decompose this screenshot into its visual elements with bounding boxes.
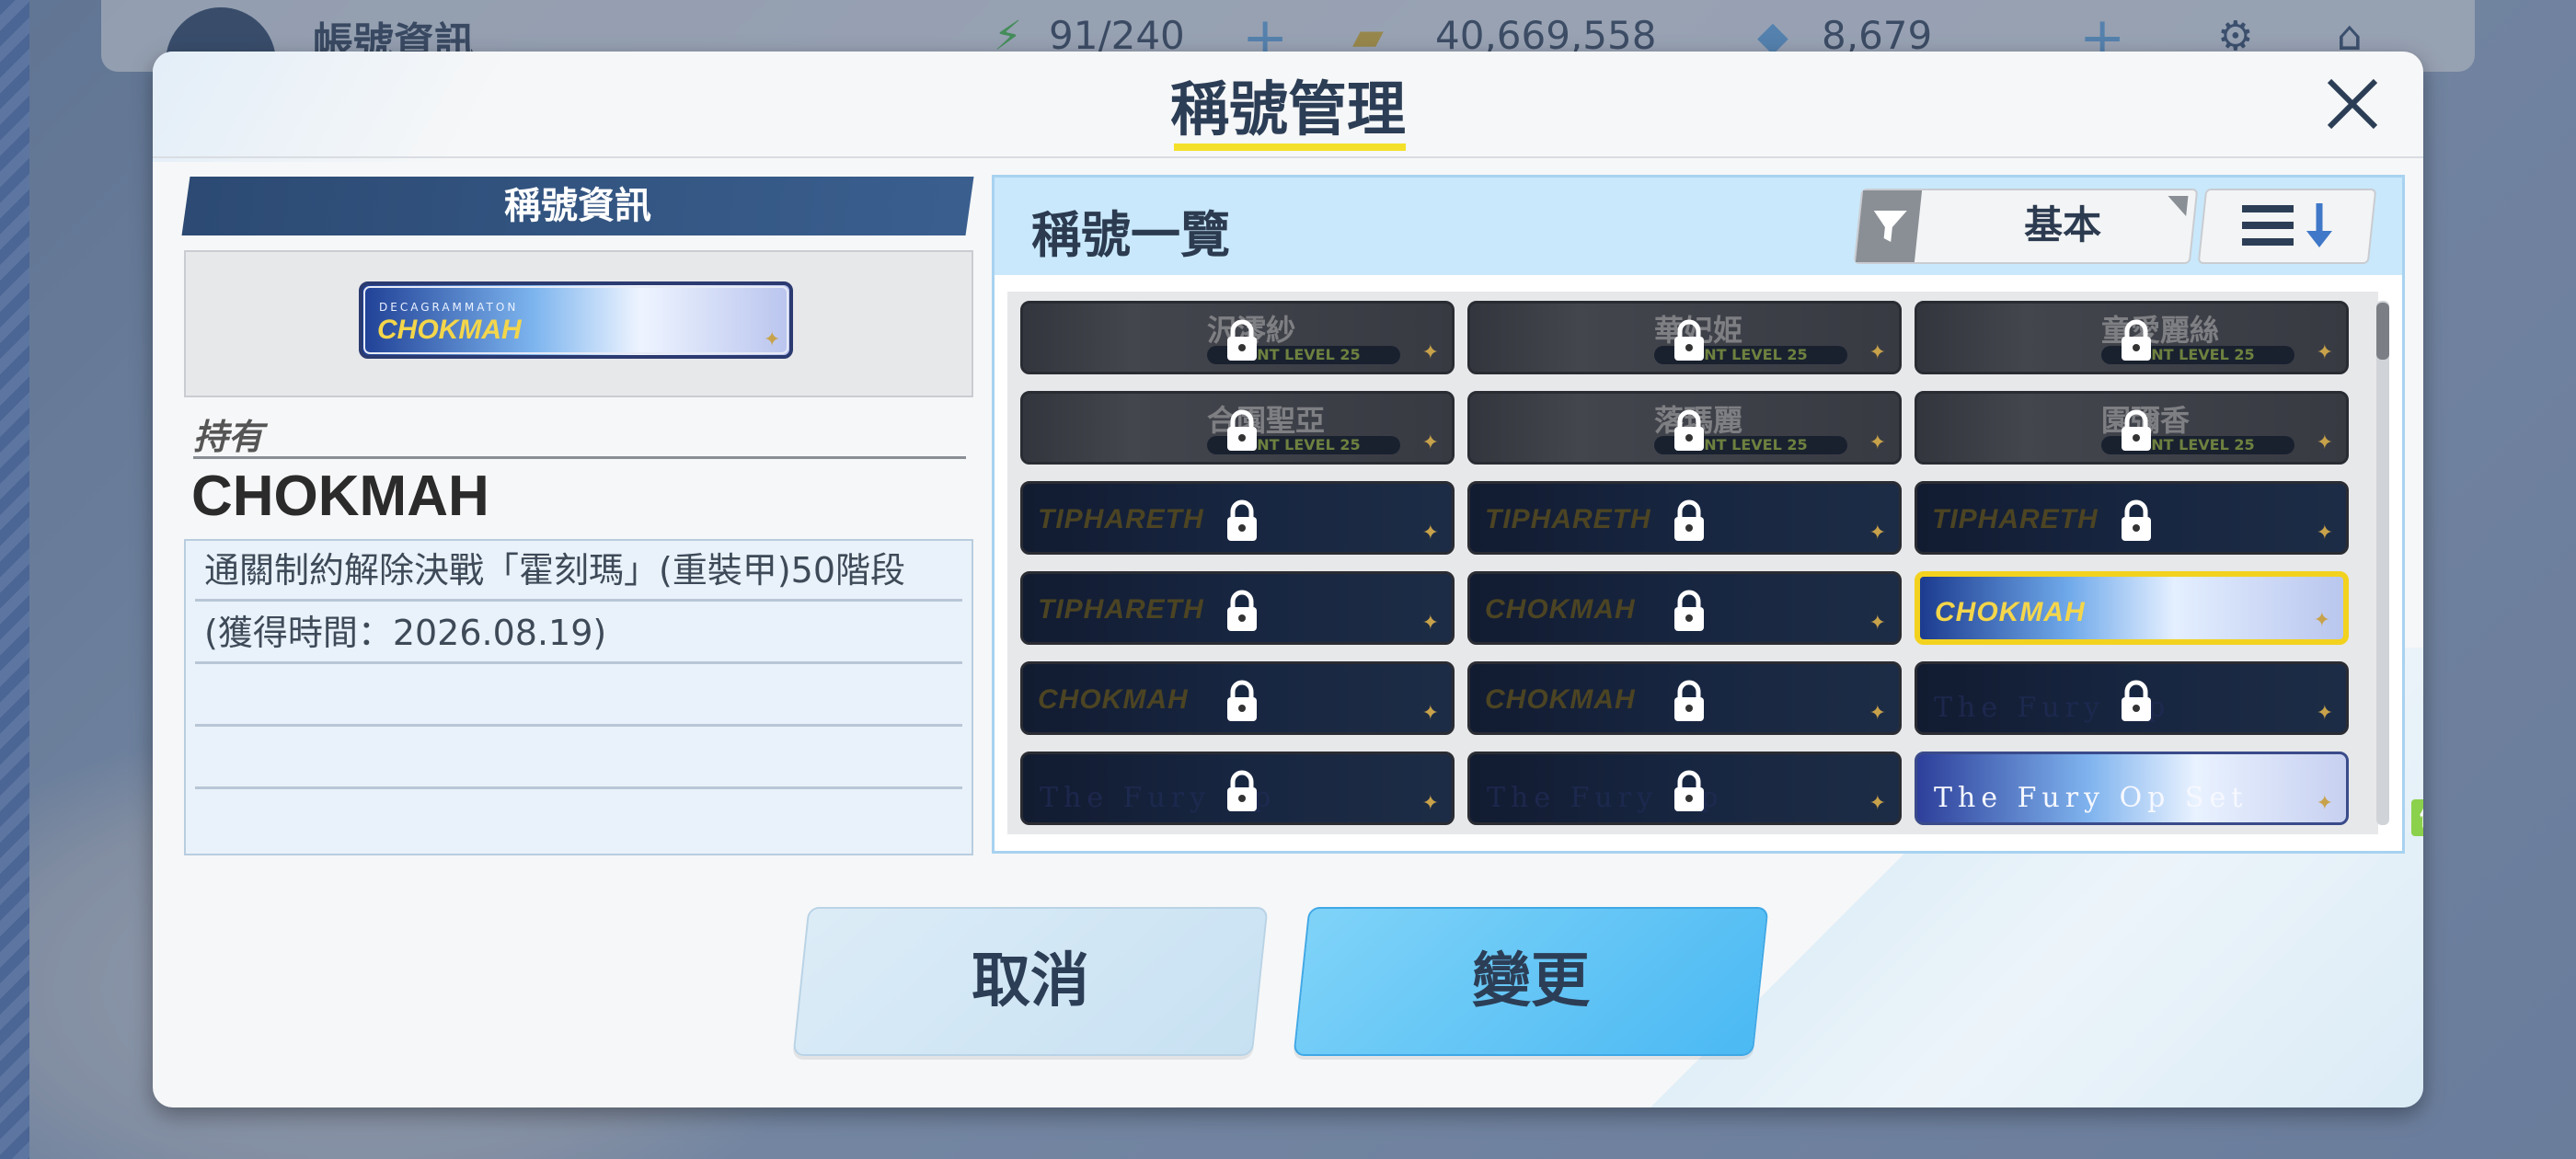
- star-icon: ✦: [2316, 431, 2333, 454]
- title-plate[interactable]: CHOKMAH ✦: [1915, 571, 2349, 645]
- title-grid: 沢澪紗 ENT LEVEL 25 ✦ 華妃姫 ENT LEVEL 25 ✦ 童愛麗絲 ENT …: [1007, 292, 2389, 834]
- lock-icon: [1224, 318, 1260, 366]
- star-icon: ✦: [1421, 341, 1439, 364]
- title-plate[interactable]: The Fury Op ✦: [1020, 752, 1455, 825]
- star-icon: ✦: [1869, 792, 1886, 815]
- star-icon: ✦: [1869, 341, 1886, 364]
- lock-icon: [1671, 499, 1708, 546]
- star-icon: ✦: [1869, 612, 1886, 635]
- star-icon: ✦: [2313, 609, 2330, 632]
- title-plate[interactable]: TIPHARETH ✦: [1915, 481, 2349, 555]
- scrollbar-track[interactable]: [2376, 301, 2389, 825]
- title-plate[interactable]: TIPHARETH ✦: [1020, 481, 1455, 555]
- dropdown-corner-icon: [2166, 196, 2189, 216]
- lock-icon: [1671, 679, 1708, 727]
- description-line: (獲得時間：2026.08.19): [195, 603, 962, 664]
- title-preview-box: DECAGRAMMATON CHOKMAH ✦: [184, 250, 973, 397]
- title-plate[interactable]: CHOKMAH ✦: [1467, 571, 1902, 645]
- title-description-box: 通關制約解除決戰「霍刻瑪」(重裝甲)50階段 (獲得時間：2026.08.19): [184, 539, 973, 855]
- title-plate[interactable]: The Fury Op ✦: [1467, 752, 1902, 825]
- divider: [193, 456, 966, 459]
- title-underline: [1174, 143, 1406, 151]
- title-list-label: 稱號一覽: [1031, 206, 1230, 264]
- cancel-label: 取消: [972, 947, 1089, 1016]
- lock-icon: [2118, 679, 2155, 727]
- star-icon: ✦: [1869, 702, 1886, 725]
- title-plate[interactable]: TIPHARETH ✦: [1020, 571, 1455, 645]
- star-icon: ✦: [1421, 431, 1439, 454]
- star-icon: ✦: [1869, 431, 1886, 454]
- description-line: [195, 666, 962, 727]
- title-plate[interactable]: 沢澪紗 ENT LEVEL 25 ✦: [1020, 301, 1455, 374]
- title-plate[interactable]: CHOKMAH ✦: [1467, 661, 1902, 735]
- preview-plate-tag: DECAGRAMMATON: [379, 301, 518, 314]
- star-icon: ✦: [2316, 702, 2333, 725]
- star-icon: ✦: [1421, 792, 1439, 815]
- title-plate[interactable]: 童愛麗絲 ENT LEVEL 25 ✦: [1915, 301, 2349, 374]
- star-icon: ✦: [1421, 612, 1439, 635]
- title-plate[interactable]: The Fury Op ✦: [1915, 661, 2349, 735]
- star-icon: ✦: [1421, 522, 1439, 545]
- star-icon: ✦: [2316, 341, 2333, 364]
- preview-plate-name: CHOKMAH: [377, 315, 523, 345]
- change-label: 變更: [1472, 947, 1590, 1016]
- owned-title-name: CHOKMAH: [191, 465, 489, 528]
- title-plate[interactable]: 合園聖亞 ENT LEVEL 25 ✦: [1020, 391, 1455, 465]
- title-plate[interactable]: 園彌香 ENT LEVEL 25 ✦: [1915, 391, 2349, 465]
- dialog-title: 稱號管理: [1170, 76, 1406, 144]
- lock-icon: [1224, 499, 1260, 546]
- scrollbar-thumb[interactable]: [2376, 303, 2389, 360]
- title-plate[interactable]: TIPHARETH ✦: [1467, 481, 1902, 555]
- close-button[interactable]: [2320, 72, 2385, 136]
- title-plate[interactable]: 落瑪麗 ENT LEVEL 25 ✦: [1467, 391, 1902, 465]
- description-line: 通關制約解除決戰「霍刻瑪」(重裝甲)50階段: [195, 541, 962, 602]
- title-list-panel: 稱號一覽 基本 沢澪紗 ENT LEVEL 25 ✦ 華妃姫 ENT LEVEL 25 ✦…: [992, 175, 2423, 854]
- equipped-badge: 佩戴中: [2411, 799, 2423, 836]
- title-plate[interactable]: CHOKMAH ✦: [1020, 661, 1455, 735]
- svg-text:✦: ✦: [764, 328, 780, 351]
- star-icon: ✦: [1421, 702, 1439, 725]
- filter-label: 基本: [2024, 202, 2102, 247]
- title-info-label: 稱號資訊: [504, 185, 651, 227]
- lock-icon: [1224, 679, 1260, 727]
- lock-icon: [2118, 499, 2155, 546]
- change-button[interactable]: 變更: [1293, 907, 1769, 1056]
- sort-button[interactable]: [2197, 189, 2377, 264]
- star-icon: ✦: [2316, 522, 2333, 545]
- close-icon: [2327, 78, 2378, 130]
- sort-icon: [2242, 203, 2332, 247]
- lock-icon: [1224, 408, 1260, 456]
- lock-icon: [2118, 318, 2155, 366]
- lock-icon: [1671, 408, 1708, 456]
- title-plate[interactable]: The Fury Op Set ✦: [1915, 752, 2349, 825]
- preview-title-plate: DECAGRAMMATON CHOKMAH ✦: [359, 281, 793, 359]
- owned-label: 持有: [193, 417, 264, 457]
- star-icon: ✦: [2316, 792, 2333, 815]
- lock-icon: [1671, 589, 1708, 637]
- lock-icon: [1224, 769, 1260, 817]
- description-line: [195, 729, 962, 789]
- plate-text: CHOKMAH: [1935, 597, 2086, 627]
- plate-text: The Fury Op Set: [1934, 782, 2248, 814]
- title-plate[interactable]: 華妃姫 ENT LEVEL 25 ✦: [1467, 301, 1902, 374]
- description-line: [195, 791, 962, 852]
- filter-icon: [1855, 190, 1923, 262]
- title-info-header: 稱號資訊: [181, 177, 974, 235]
- lock-icon: [1671, 318, 1708, 366]
- cancel-button[interactable]: 取消: [792, 907, 1269, 1056]
- dialog-header: 稱號管理: [153, 52, 2423, 158]
- lock-icon: [1224, 589, 1260, 637]
- filter-dropdown[interactable]: 基本: [1853, 189, 2199, 264]
- lock-icon: [1671, 769, 1708, 817]
- lock-icon: [2118, 408, 2155, 456]
- star-icon: ✦: [1869, 522, 1886, 545]
- title-list-header: 稱號一覽 基本: [995, 178, 2402, 275]
- title-management-dialog: 稱號管理 稱號資訊 DECAGRAMMATON CHOKMAH ✦ 持有 CHO…: [153, 52, 2423, 1107]
